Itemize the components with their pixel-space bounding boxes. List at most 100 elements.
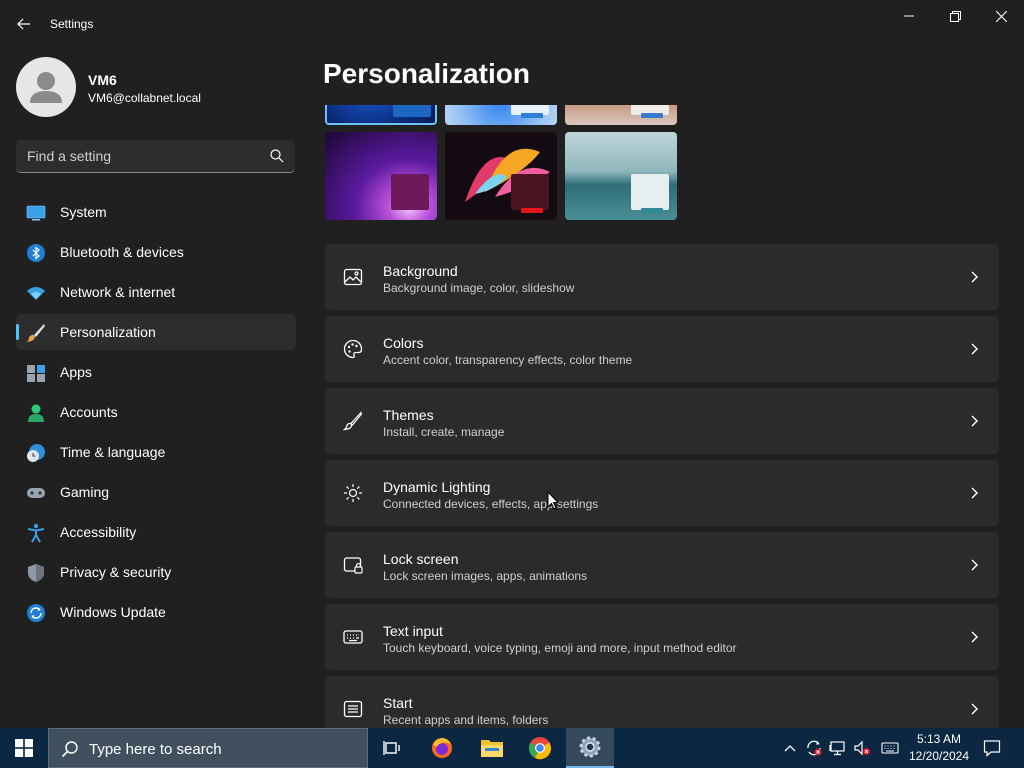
accounts-icon bbox=[28, 404, 44, 422]
input-indicator-button[interactable] bbox=[880, 738, 900, 758]
taskbar-search-placeholder: Type here to search bbox=[89, 741, 222, 758]
mouse-cursor-icon bbox=[547, 491, 559, 510]
lighting-icon bbox=[344, 484, 362, 502]
sidebar-item-personalization[interactable]: Personalization bbox=[16, 314, 296, 350]
sidebar-item-label: Gaming bbox=[60, 484, 110, 500]
keyboard-icon bbox=[881, 742, 899, 754]
card-title: Background bbox=[383, 263, 458, 279]
theme-thumbnail[interactable] bbox=[445, 105, 557, 125]
clock-date[interactable]: 12/20/2024 bbox=[900, 749, 978, 763]
theme-thumbnail[interactable] bbox=[565, 132, 677, 220]
sidebar-item-time-language[interactable]: Time & language bbox=[16, 434, 296, 470]
chevron-up-icon bbox=[784, 745, 796, 752]
settings-card-list: Background Background image, color, slid… bbox=[325, 244, 999, 728]
back-button[interactable] bbox=[12, 10, 36, 38]
sidebar-item-label: Apps bbox=[60, 364, 92, 380]
network-icon bbox=[829, 741, 845, 756]
brush-icon bbox=[27, 324, 45, 342]
chrome-button[interactable] bbox=[516, 728, 564, 768]
file-explorer-button[interactable] bbox=[468, 728, 516, 768]
chevron-right-icon bbox=[971, 631, 978, 643]
notification-center-button[interactable] bbox=[982, 738, 1002, 758]
chevron-right-icon bbox=[971, 559, 978, 571]
sidebar-item-accounts[interactable]: Accounts bbox=[16, 394, 296, 430]
settings-search-box bbox=[16, 140, 295, 173]
theme-thumbnail[interactable] bbox=[325, 132, 437, 220]
minimize-icon bbox=[904, 15, 914, 17]
user-icon bbox=[30, 72, 62, 103]
card-subtitle: Install, create, manage bbox=[383, 425, 505, 439]
sidebar-item-label: System bbox=[60, 204, 107, 220]
sidebar-item-label: Time & language bbox=[60, 444, 166, 460]
title-bar: Settings bbox=[0, 0, 1024, 48]
sidebar-item-windows-update[interactable]: Windows Update bbox=[16, 594, 296, 630]
firefox-icon bbox=[432, 738, 452, 758]
task-view-icon bbox=[383, 741, 400, 755]
card-lock-screen[interactable]: Lock screen Lock screen images, apps, an… bbox=[325, 532, 999, 598]
search-input[interactable] bbox=[16, 140, 266, 172]
sidebar-item-gaming[interactable]: Gaming bbox=[16, 474, 296, 510]
firefox-button[interactable] bbox=[418, 728, 466, 768]
theme-thumbnail[interactable] bbox=[565, 105, 677, 125]
chevron-right-icon bbox=[971, 343, 978, 355]
card-title: Themes bbox=[383, 407, 434, 423]
sidebar-item-label: Privacy & security bbox=[60, 564, 172, 580]
notification-icon bbox=[983, 740, 1001, 757]
network-status-button[interactable] bbox=[828, 738, 848, 758]
sync-icon bbox=[807, 740, 822, 756]
gamepad-icon bbox=[27, 488, 45, 498]
sidebar-item-label: Accessibility bbox=[60, 524, 137, 540]
file-explorer-icon bbox=[481, 740, 503, 757]
card-dynamic-lighting[interactable]: Dynamic Lighting Connected devices, effe… bbox=[325, 460, 999, 526]
bluetooth-icon bbox=[27, 244, 45, 262]
card-text-input[interactable]: Text input Touch keyboard, voice typing,… bbox=[325, 604, 999, 670]
sidebar-item-bluetooth[interactable]: Bluetooth & devices bbox=[16, 234, 296, 270]
theme-thumbnail[interactable] bbox=[445, 132, 557, 220]
card-start[interactable]: Start Recent apps and items, folders bbox=[325, 676, 999, 728]
close-button[interactable] bbox=[978, 0, 1024, 32]
sidebar-item-label: Windows Update bbox=[60, 604, 166, 620]
sync-status-button[interactable] bbox=[804, 738, 824, 758]
chevron-right-icon bbox=[971, 703, 978, 715]
settings-app-button[interactable] bbox=[566, 728, 614, 768]
sidebar-item-system[interactable]: System bbox=[16, 194, 296, 230]
card-title: Lock screen bbox=[383, 551, 459, 567]
clock-time[interactable]: 5:13 AM bbox=[900, 732, 978, 746]
taskbar-search-box[interactable]: Type here to search bbox=[48, 728, 368, 768]
wifi-icon bbox=[27, 287, 45, 300]
system-icon bbox=[26, 205, 46, 221]
sidebar-item-apps[interactable]: Apps bbox=[16, 354, 296, 390]
minimize-button[interactable] bbox=[886, 0, 932, 32]
sidebar-item-network[interactable]: Network & internet bbox=[16, 274, 296, 310]
search-icon[interactable] bbox=[269, 148, 285, 164]
time-language-icon bbox=[27, 444, 45, 462]
maximize-button[interactable] bbox=[932, 0, 978, 32]
sidebar-item-accessibility[interactable]: Accessibility bbox=[16, 514, 296, 550]
show-hidden-icons-button[interactable] bbox=[780, 738, 800, 758]
theme-thumbnail[interactable] bbox=[325, 105, 437, 125]
keyboard-icon bbox=[343, 630, 363, 644]
start-button[interactable] bbox=[0, 728, 48, 768]
chevron-right-icon bbox=[971, 415, 978, 427]
card-colors[interactable]: Colors Accent color, transparency effect… bbox=[325, 316, 999, 382]
apps-icon bbox=[27, 365, 45, 382]
image-icon bbox=[343, 268, 363, 286]
update-icon bbox=[27, 604, 45, 622]
card-title: Colors bbox=[383, 335, 424, 351]
theme-gallery bbox=[325, 105, 685, 223]
brush-icon bbox=[343, 411, 363, 431]
maximize-icon bbox=[949, 10, 961, 22]
taskbar: Type here to search 5:13 AM 12/20/2024 bbox=[0, 728, 1024, 768]
sidebar-item-privacy-security[interactable]: Privacy & security bbox=[16, 554, 296, 590]
close-icon bbox=[995, 10, 1007, 22]
task-view-button[interactable] bbox=[368, 728, 416, 768]
card-themes[interactable]: Themes Install, create, manage bbox=[325, 388, 999, 454]
avatar[interactable] bbox=[16, 57, 76, 117]
card-background[interactable]: Background Background image, color, slid… bbox=[325, 244, 999, 310]
card-subtitle: Background image, color, slideshow bbox=[383, 281, 575, 295]
volume-button[interactable] bbox=[852, 738, 872, 758]
card-title: Text input bbox=[383, 623, 443, 639]
sidebar-nav: System Bluetooth & devices Network & int… bbox=[16, 194, 296, 634]
sidebar-item-label: Bluetooth & devices bbox=[60, 244, 184, 260]
search-icon bbox=[61, 741, 78, 758]
